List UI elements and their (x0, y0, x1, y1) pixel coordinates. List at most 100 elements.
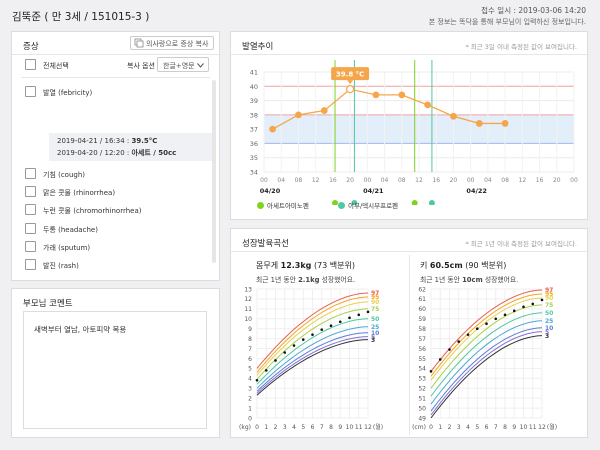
fever-note: * 최근 3일 이내 측정된 값이 보여집니다. (465, 43, 577, 51)
x-tick-label: 00 (467, 177, 475, 184)
comment-box: 새벽부터 열남, 아토피약 복용 (23, 311, 207, 429)
measurement-point (475, 327, 479, 330)
y-tick-label: 60 (418, 306, 426, 313)
x-tick-label: 1 (264, 424, 268, 431)
x-tick-label: 04 (484, 177, 492, 184)
fever-detail-box: 2019-04-21 / 16:34 : 39.5°C 2019-04-20 /… (49, 133, 212, 161)
temperature-point (320, 107, 328, 114)
y-tick-label: 34 (250, 169, 258, 177)
temperature-point (346, 85, 355, 94)
fever-title: 발열추이 (242, 42, 274, 52)
x-tick-label: 7 (494, 424, 498, 431)
y-tick-label: 37 (250, 126, 258, 134)
y-tick-label: 8 (248, 336, 252, 343)
legend-ibuprofen: 이부/덱시부프로펜 (338, 200, 398, 210)
y-tick-label: 58 (418, 326, 426, 333)
measurement-point (522, 305, 525, 309)
percentile-label: 50 (371, 316, 379, 323)
percentile-label: 75 (371, 306, 379, 313)
x-tick-label: 4 (292, 424, 296, 431)
symptom-label: 맑은 콧물 (rhinorrhea) (43, 189, 116, 197)
y-tick-label: 51 (418, 395, 426, 402)
measurement-point (438, 358, 442, 361)
copy-symptoms-button[interactable]: 의사랑으로 증상 복사 (130, 36, 214, 50)
x-tick-label: 3 (283, 424, 287, 431)
measurement-point (348, 316, 351, 320)
fever-chart: 34 35 36 37 38 39 40 41 00 04 08 12 16 20 00 04 08 12 16 20… (250, 60, 578, 205)
measurement-point (512, 309, 516, 313)
y-tick-label: 62 (418, 286, 426, 293)
x-tick-label: 20 (450, 177, 458, 184)
patient-title: 김뚝준 ( 만 3세 / 151015-3 ) (12, 11, 150, 23)
copy-option-select[interactable]: 한글+영문 (157, 57, 209, 72)
x-tick-label: 00 (260, 177, 268, 184)
x-tick-label: 7 (320, 424, 324, 431)
y-tick-label: 54 (418, 366, 426, 373)
y-tick-label: 57 (418, 336, 426, 343)
legend-acetaminophen: 아세트아미노펜 (257, 200, 309, 210)
symptom-label: 두통 (headache) (43, 226, 98, 234)
chevron-down-icon (197, 63, 204, 68)
measurement-point (531, 302, 535, 306)
x-tick-label: 04 (381, 177, 389, 184)
measurement-point (448, 348, 451, 351)
growth-panel: 성장발육곡선 * 최근 1년 이내 측정된 값이 보여집니다. 몸무게 12.3… (230, 228, 588, 438)
measurement-point (457, 340, 461, 343)
symptom-checkbox[interactable] (25, 223, 36, 234)
percentile-label: 3 (371, 337, 375, 344)
symptom-scrollbar[interactable] (212, 80, 216, 263)
measurement-point (301, 338, 305, 341)
y-tick-label: 36 (250, 140, 258, 148)
measurement-point (311, 333, 314, 336)
measurement-point (366, 310, 370, 314)
percentile-label: 3 (545, 333, 549, 340)
symptom-checkbox[interactable] (25, 259, 36, 270)
measurement-point (494, 317, 498, 321)
symptom-label: 누런 콧물 (chromorhinorrhea) (43, 207, 142, 215)
measurement-point (503, 313, 507, 317)
symptom-label: 발진 (rash) (43, 262, 79, 270)
y-tick-label: 3 (248, 386, 252, 393)
select-all-label: 전체선택 (43, 62, 69, 70)
x-tick-label: 0 (255, 424, 259, 431)
percentile-label: 25 (545, 318, 553, 325)
x-tick-label: 6 (311, 424, 315, 431)
x-tick-label: 10 (520, 424, 528, 431)
weight-title: 몸무게 12.3kg (73 백분위) (256, 261, 356, 270)
x-tick-label: 8 (329, 424, 333, 431)
x-tick-label: 5 (475, 424, 479, 431)
legend-dot (338, 202, 345, 209)
symptom-checkbox[interactable] (25, 168, 36, 179)
measurement-point (283, 351, 287, 354)
y-tick-label: 41 (250, 69, 258, 77)
x-tick-label: 3 (457, 424, 461, 431)
copy-icon (134, 38, 144, 48)
y-tick-label: 59 (418, 316, 426, 323)
measurement-point (357, 313, 361, 317)
measurement-point (540, 298, 544, 302)
symptom-checkbox[interactable] (25, 241, 36, 252)
x-tick-label: 08 (501, 177, 509, 184)
symptom-checkbox[interactable] (25, 204, 36, 215)
symptom-checkbox[interactable] (25, 86, 36, 97)
y-tick-label: 12 (244, 296, 252, 303)
x-tick-label: 16 (432, 177, 440, 184)
symptom-checkbox[interactable] (25, 186, 36, 197)
x-tick-label: 00 (364, 177, 372, 184)
measurement-point (274, 359, 277, 362)
height-subtitle: 최근 1년 동안 10cm 성장했어요. (420, 276, 519, 284)
x-tick-label: 08 (295, 177, 303, 184)
x-tick-label: 9 (338, 424, 342, 431)
x-tick-label: 04 (277, 177, 285, 184)
measurement-point (255, 378, 259, 382)
symptom-label: 가래 (sputum) (43, 244, 91, 252)
x-tick-label: 2 (274, 424, 278, 431)
select-all-checkbox[interactable] (25, 59, 36, 70)
y-tick-label: 35 (250, 154, 258, 162)
fever-detail-row: 2019-04-21 / 16:34 : 39.5°C (57, 137, 158, 145)
y-tick-label: 9 (248, 326, 252, 333)
temperature-point (501, 120, 509, 127)
growth-title: 성장발육곡선 (242, 239, 289, 249)
weight-subtitle: 최근 1년 동안 2.1kg 성장했어요. (256, 276, 356, 284)
y-tick-label: 4 (248, 376, 252, 383)
